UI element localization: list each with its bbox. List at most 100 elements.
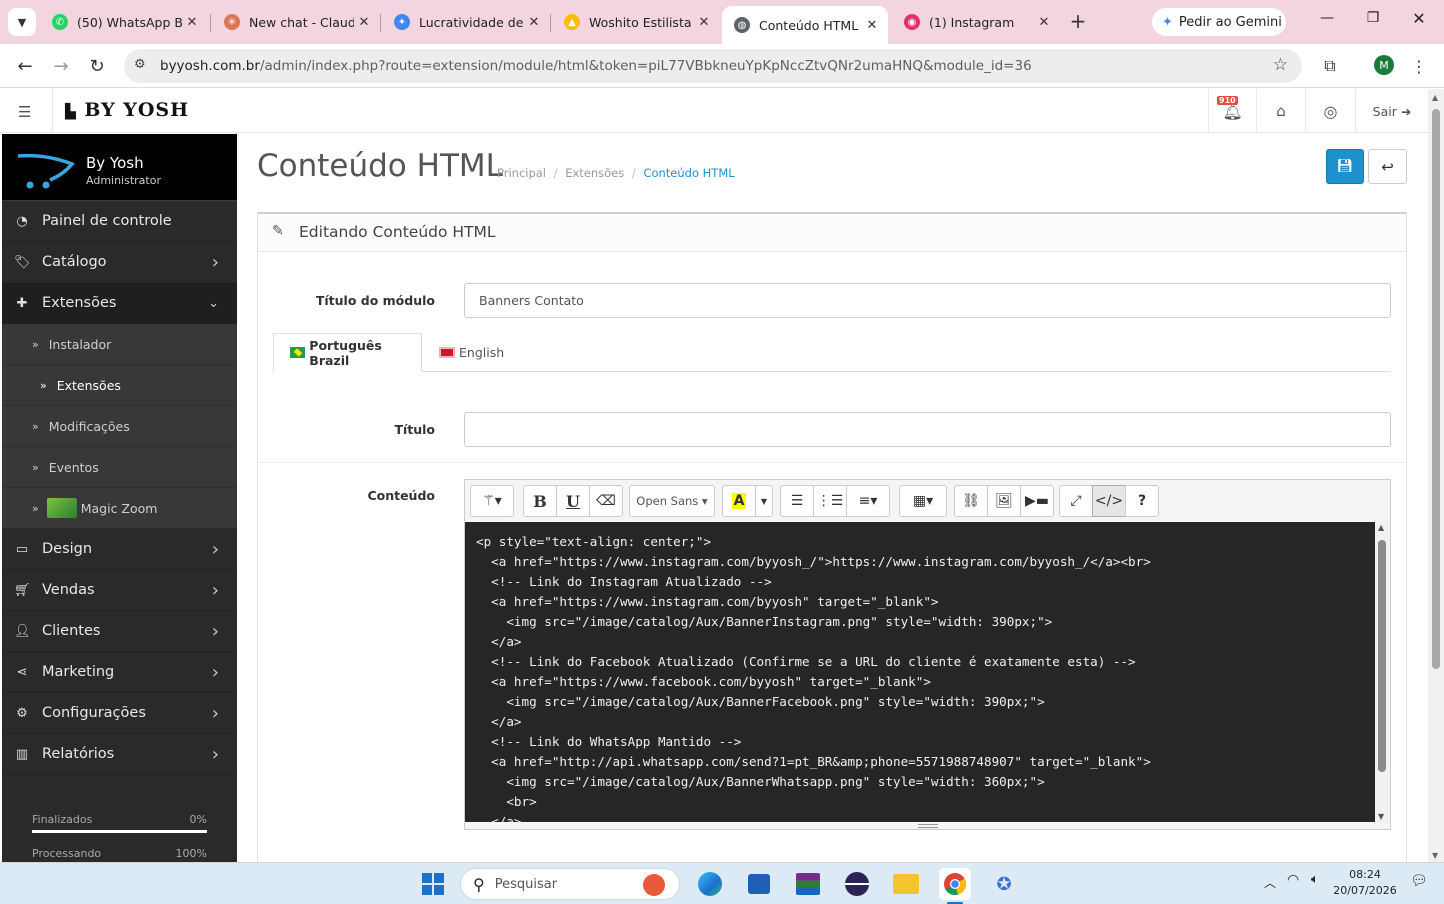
- code-editor[interactable]: <p style="text-align: center;"> <a href=…: [465, 522, 1389, 822]
- gemini-button[interactable]: ✦ Pedir ao Gemini: [1152, 8, 1286, 36]
- new-tab-button[interactable]: +: [1066, 10, 1090, 34]
- breadcrumb-home[interactable]: Principal: [497, 166, 546, 180]
- taskbar-explorer[interactable]: [890, 868, 922, 900]
- home-button[interactable]: ⌂: [1256, 89, 1305, 133]
- browser-tab[interactable]: ✳ New chat - Claude ✕: [212, 4, 380, 40]
- fullscreen-button[interactable]: ⤢: [1059, 485, 1093, 517]
- sidebar-subitem[interactable]: » Instalador: [2, 324, 237, 365]
- ordered-list-button[interactable]: ⋮☰: [813, 485, 847, 517]
- browser-tab[interactable]: ◉ (1) Instagram ✕: [892, 4, 1060, 40]
- tray-chevron-icon[interactable]: ︿: [1264, 874, 1276, 891]
- unordered-list-button[interactable]: ☰: [780, 485, 814, 517]
- sidebar-subitem[interactable]: » Magic Zoom: [2, 488, 237, 529]
- forward-button[interactable]: →: [47, 52, 75, 80]
- sidebar-subitem[interactable]: » Modificações: [2, 406, 237, 447]
- sidebar-item[interactable]: 🏷︎ Catálogo ›: [2, 242, 237, 283]
- notifications-button[interactable]: 🔔︎ 910: [1208, 89, 1256, 133]
- restore-button[interactable]: ❐: [1358, 10, 1388, 34]
- font-family-select[interactable]: Open Sans ▾: [629, 485, 715, 517]
- module-title-input[interactable]: Banners Contato: [464, 283, 1391, 318]
- clear-format-button[interactable]: ⌫: [589, 485, 623, 517]
- reload-button[interactable]: ↻: [83, 52, 111, 80]
- sidebar-item[interactable]: 👤︎ Clientes ›: [2, 611, 237, 652]
- sidebar-toggle-button[interactable]: ☰: [18, 103, 31, 121]
- close-icon[interactable]: ✕: [1034, 15, 1054, 30]
- breadcrumb-extensions[interactable]: Extensões: [565, 166, 624, 180]
- taskbar-app[interactable]: ✪: [988, 868, 1020, 900]
- image-button[interactable]: 🖼︎: [987, 485, 1021, 517]
- profile-avatar[interactable]: M: [1374, 55, 1394, 75]
- taskbar-chrome[interactable]: [939, 868, 971, 900]
- tab-english[interactable]: English: [439, 333, 539, 372]
- scroll-up-arrow[interactable]: ▲: [1432, 93, 1438, 102]
- logo[interactable]: ▙ BY YOSH: [65, 99, 189, 121]
- link-button[interactable]: ⛓: [954, 485, 988, 517]
- browser-tab[interactable]: ✦ Lucratividade de A✕: [382, 4, 550, 40]
- underline-button[interactable]: U: [556, 485, 590, 517]
- sidebar-subitem[interactable]: » Extensões: [2, 365, 237, 406]
- sidebar-item[interactable]: ◔ Painel de controle: [2, 201, 237, 242]
- volume-icon[interactable]: 🔈︎: [1311, 872, 1319, 887]
- sidebar-item[interactable]: ▥ Relatórios ›: [2, 734, 237, 775]
- scroll-up-arrow[interactable]: ▲: [1378, 523, 1384, 532]
- scroll-down-arrow[interactable]: ▼: [1432, 851, 1438, 860]
- taskbar-winrar[interactable]: [792, 868, 824, 900]
- save-button[interactable]: 💾︎: [1326, 149, 1364, 184]
- taskbar-search[interactable]: ⚲ Pesquisar: [460, 868, 680, 900]
- clock[interactable]: 08:24 20/07/2026: [1330, 867, 1400, 899]
- browser-menu-button[interactable]: ⋮: [1405, 52, 1433, 80]
- wifi-icon[interactable]: ◠: [1287, 872, 1299, 888]
- sidebar-item[interactable]: ▭ Design ›: [2, 529, 237, 570]
- start-button[interactable]: [417, 868, 449, 900]
- text-color-button[interactable]: A: [722, 485, 756, 517]
- close-icon[interactable]: ✕: [354, 15, 374, 30]
- code-content[interactable]: <p style="text-align: center;"> <a href=…: [465, 522, 1389, 822]
- table-button[interactable]: ▦▾: [899, 485, 947, 517]
- tab-portuguese[interactable]: Português Brazil: [273, 333, 422, 372]
- store-icon: [748, 874, 770, 894]
- notification-center-icon[interactable]: 💬︎: [1410, 873, 1428, 889]
- taskbar-edge[interactable]: [694, 868, 726, 900]
- extensions-button[interactable]: ⧉: [1316, 52, 1344, 80]
- magic-style-button[interactable]: ⚚▾: [470, 485, 514, 517]
- editor-resize-handle[interactable]: [464, 822, 1391, 830]
- codeview-button[interactable]: </>: [1092, 485, 1126, 517]
- sidebar-subitem[interactable]: » Eventos: [2, 447, 237, 488]
- taskbar-store[interactable]: [743, 868, 775, 900]
- code-scrollbar[interactable]: ▲ ▼: [1375, 522, 1389, 822]
- scrollbar-thumb[interactable]: [1432, 109, 1440, 669]
- scrollbar-thumb[interactable]: [1378, 540, 1386, 772]
- close-icon[interactable]: ✕: [182, 15, 202, 30]
- back-button-app[interactable]: ↩: [1368, 149, 1407, 184]
- scroll-down-arrow[interactable]: ▼: [1378, 812, 1384, 821]
- close-icon[interactable]: ✕: [694, 15, 714, 30]
- sidebar-item[interactable]: ⚙ Configurações ›: [2, 693, 237, 734]
- breadcrumb-current[interactable]: Conteúdo HTML: [643, 166, 734, 180]
- site-info-icon[interactable]: ⚙: [134, 57, 146, 72]
- back-button[interactable]: ←: [11, 52, 39, 80]
- close-icon[interactable]: ✕: [524, 15, 544, 30]
- browser-tab[interactable]: ◍ Conteúdo HTML ✕: [722, 6, 888, 44]
- bold-button[interactable]: B: [523, 485, 557, 517]
- color-dropdown-button[interactable]: ▼: [755, 485, 773, 517]
- titulo-input[interactable]: [464, 412, 1391, 447]
- close-icon[interactable]: ✕: [862, 18, 882, 33]
- video-button[interactable]: ▶▬: [1020, 485, 1054, 517]
- help-button[interactable]: ◎: [1305, 89, 1355, 133]
- browser-tab[interactable]: ✆ (50) WhatsApp Bus✕: [40, 4, 208, 40]
- close-window-button[interactable]: ✕: [1404, 9, 1434, 33]
- sidebar-item[interactable]: 🛒︎ Vendas ›: [2, 570, 237, 611]
- minimize-button[interactable]: —: [1312, 10, 1342, 34]
- tab-search-button[interactable]: ▼: [8, 8, 36, 36]
- sidebar-item[interactable]: ✚ Extensões ⌄: [2, 283, 237, 324]
- browser-tab[interactable]: ▲ Woshito Estilista - ✕: [552, 4, 720, 40]
- bookmark-star-icon[interactable]: ☆: [1273, 55, 1288, 75]
- logout-button[interactable]: Sair ➜: [1355, 89, 1428, 133]
- address-bar[interactable]: ⚙ byyosh.com.br/admin/index.php?route=ex…: [124, 49, 1302, 83]
- paragraph-align-button[interactable]: ≡▾: [846, 485, 890, 517]
- help-button-editor[interactable]: ?: [1125, 485, 1159, 517]
- sidebar-profile[interactable]: By Yosh Administrator: [2, 134, 237, 201]
- sidebar-item[interactable]: ⋖ Marketing ›: [2, 652, 237, 693]
- page-scrollbar[interactable]: ▲ ▼: [1428, 89, 1444, 862]
- taskbar-eclipse[interactable]: [841, 868, 873, 900]
